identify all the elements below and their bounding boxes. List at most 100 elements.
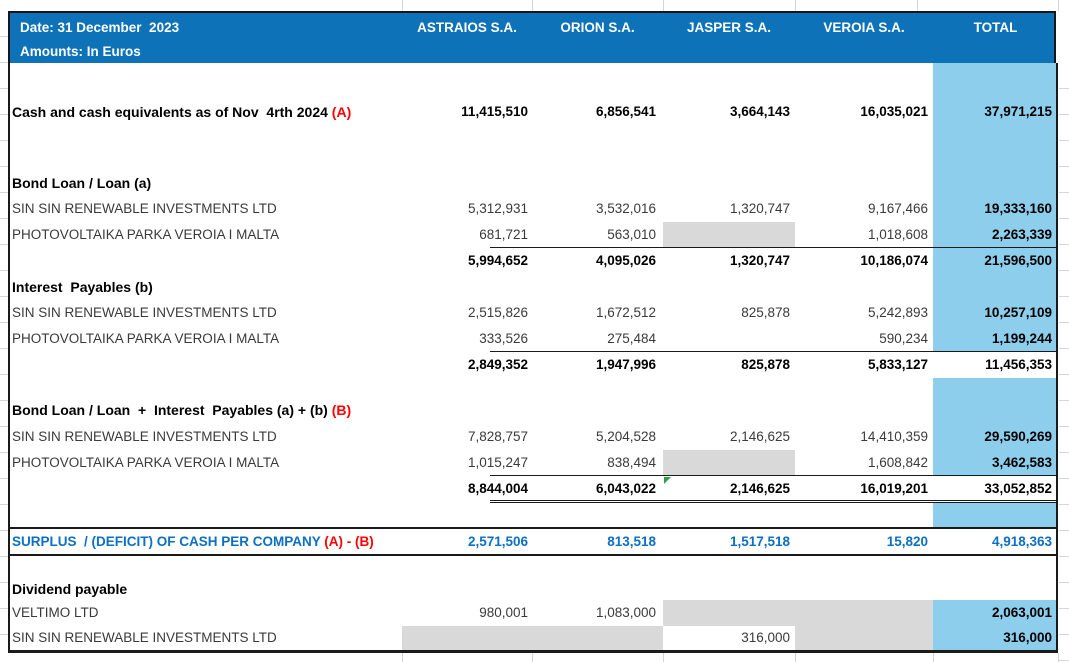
cell-combined-sinsin-col0[interactable]: 7,828,757 [388, 424, 528, 450]
column-header-total[interactable]: TOTAL [933, 15, 1058, 41]
row-interest-subtotal: 2,849,3521,947,996825,8785,833,12711,456… [0, 352, 1069, 378]
cell-surplus-col3[interactable]: 15,820 [788, 529, 928, 555]
cell-bond-photo-col4[interactable]: 2,263,339 [912, 222, 1052, 248]
cell-interest-photo-col4[interactable]: 1,199,244 [912, 326, 1052, 352]
cell-surplus-col4[interactable]: 4,918,363 [912, 529, 1052, 555]
gridline [402, 0, 403, 11]
row-interest-sinsin: SIN SIN RENEWABLE INVESTMENTS LTD 2,515,8… [0, 300, 1069, 326]
column-header-veroia[interactable]: VEROIA S.A. [795, 15, 933, 41]
cell-surplus-col2[interactable]: 1,517,518 [650, 529, 790, 555]
gridline [917, 0, 918, 11]
cell-cash-col4[interactable]: 37,971,215 [912, 99, 1052, 125]
spreadsheet: Date: 31 December 2023 Amounts: In Euros… [0, 0, 1069, 662]
cell-bond-sinsin-col1[interactable]: 3,532,016 [516, 196, 656, 222]
cell-dividend-sinsin-label[interactable]: SIN SIN RENEWABLE INVESTMENTS LTD [12, 625, 277, 651]
cell-cash-col1[interactable]: 6,856,541 [516, 99, 656, 125]
cell-combined-sinsin-col1[interactable]: 5,204,528 [516, 424, 656, 450]
cell-combined-total-col4[interactable]: 33,052,852 [912, 476, 1052, 502]
cell-interest-sinsin-col2[interactable]: 825,878 [650, 300, 790, 326]
row-interest-section: Interest Payables (b) [0, 274, 1069, 300]
cell-combined-total-col1[interactable]: 6,043,022 [516, 476, 656, 502]
cell-dividend-veltimo-col4[interactable]: 2,063,001 [912, 600, 1052, 626]
cell-dividend-sinsin-col2[interactable]: 316,000 [650, 625, 790, 651]
cell-interest-subtotal-col4[interactable]: 11,456,353 [912, 352, 1052, 378]
cell-interest-sinsin-col1[interactable]: 1,672,512 [516, 300, 656, 326]
gridline [1058, 0, 1059, 11]
cell-dividend-veltimo-col0[interactable]: 980,001 [388, 600, 528, 626]
cell-interest-sinsin-col0[interactable]: 2,515,826 [388, 300, 528, 326]
cell-interest-section-label[interactable]: Interest Payables (b) [12, 274, 153, 300]
cell-bond-section-label[interactable]: Bond Loan / Loan (a) [12, 170, 151, 196]
cell-bond-sinsin-col4[interactable]: 19,333,160 [912, 196, 1052, 222]
column-header-jasper[interactable]: JASPER S.A. [663, 15, 795, 41]
cell-cash-col2[interactable]: 3,664,143 [650, 99, 790, 125]
cell-combined-sinsin-col4[interactable]: 29,590,269 [912, 424, 1052, 450]
row-dividend-veltimo: VELTIMO LTD 980,0011,083,000 2,063,001 [0, 600, 1069, 626]
gridline [933, 653, 934, 662]
cell-bond-photo-col3[interactable]: 1,018,608 [788, 222, 928, 248]
cell-interest-subtotal-col2[interactable]: 825,878 [650, 352, 790, 378]
cell-dividend-section-label[interactable]: Dividend payable [12, 576, 127, 602]
row-combined-sinsin: SIN SIN RENEWABLE INVESTMENTS LTD 7,828,7… [0, 424, 1069, 450]
cell-combined-photo-col1[interactable]: 838,494 [516, 450, 656, 476]
cell-combined-total-col0[interactable]: 8,844,004 [388, 476, 528, 502]
row-bond-section: Bond Loan / Loan (a) [0, 170, 1069, 196]
cell-interest-photo-col0[interactable]: 333,526 [388, 326, 528, 352]
cell-dividend-veltimo-label[interactable]: VELTIMO LTD [12, 600, 99, 626]
table-header: Date: 31 December 2023 Amounts: In Euros… [8, 11, 1056, 63]
cell-cash-annotation: (A) [332, 104, 351, 120]
cell-bond-subtotal-col3[interactable]: 10,186,074 [788, 248, 928, 274]
cell-combined-total-col2[interactable]: 2,146,625 [650, 476, 790, 502]
cell-bond-sinsin-col3[interactable]: 9,167,466 [788, 196, 928, 222]
cell-combined-total-col3[interactable]: 16,019,201 [788, 476, 928, 502]
amounts-label[interactable]: Amounts: In Euros [20, 39, 141, 65]
cell-dividend-sinsin-col4[interactable]: 316,000 [912, 625, 1052, 651]
cell-bond-photo-col0[interactable]: 681,721 [388, 222, 528, 248]
cell-bond-photo-label[interactable]: PHOTOVOLTAIKA PARKA VEROIA I MALTA [12, 222, 279, 248]
row-bond-sinsin: SIN SIN RENEWABLE INVESTMENTS LTD 5,312,9… [0, 196, 1069, 222]
gridline [663, 653, 664, 662]
cell-interest-sinsin-col4[interactable]: 10,257,109 [912, 300, 1052, 326]
cell-cash-label[interactable]: Cash and cash equivalents as of Nov 4rth… [12, 99, 351, 125]
row-surplus: SURPLUS / (DEFICIT) OF CASH PER COMPANY … [0, 529, 1069, 555]
row-combined-photo: PHOTOVOLTAIKA PARKA VEROIA I MALTA 1,015,… [0, 450, 1069, 476]
cell-combined-photo-col3[interactable]: 1,608,842 [788, 450, 928, 476]
gridline [795, 0, 796, 11]
cell-bond-sinsin-col2[interactable]: 1,320,747 [650, 196, 790, 222]
cell-surplus-col0[interactable]: 2,571,506 [388, 529, 528, 555]
row-interest-photo: PHOTOVOLTAIKA PARKA VEROIA I MALTA 333,52… [0, 326, 1069, 352]
cell-dividend-veltimo-col1[interactable]: 1,083,000 [516, 600, 656, 626]
cell-bond-subtotal-col4[interactable]: 21,596,500 [912, 248, 1052, 274]
cell-combined-section-label[interactable]: Bond Loan / Loan + Interest Payables (a)… [12, 397, 351, 423]
date-label[interactable]: Date: 31 December 2023 [20, 15, 179, 41]
column-header-astraios[interactable]: ASTRAIOS S.A. [402, 15, 532, 41]
cell-cash-col3[interactable]: 16,035,021 [788, 99, 928, 125]
cell-interest-photo-label[interactable]: PHOTOVOLTAIKA PARKA VEROIA I MALTA [12, 326, 279, 352]
cell-combined-sinsin-col3[interactable]: 14,410,359 [788, 424, 928, 450]
cell-interest-photo-col1[interactable]: 275,484 [516, 326, 656, 352]
cell-combined-photo-col4[interactable]: 3,462,583 [912, 450, 1052, 476]
cell-interest-sinsin-label[interactable]: SIN SIN RENEWABLE INVESTMENTS LTD [12, 300, 277, 326]
row-combined-total: 8,844,0046,043,0222,146,62516,019,20133,… [0, 476, 1069, 502]
cell-cash-col0[interactable]: 11,415,510 [388, 99, 528, 125]
cell-bond-sinsin-col0[interactable]: 5,312,931 [388, 196, 528, 222]
cell-surplus-label[interactable]: SURPLUS / (DEFICIT) OF CASH PER COMPANY … [12, 529, 374, 555]
cell-bond-subtotal-col0[interactable]: 5,994,652 [388, 248, 528, 274]
cell-bond-subtotal-col2[interactable]: 1,320,747 [650, 248, 790, 274]
cell-combined-photo-label[interactable]: PHOTOVOLTAIKA PARKA VEROIA I MALTA [12, 450, 279, 476]
cell-combined-section-annotation: (B) [332, 402, 351, 418]
cell-bond-photo-col1[interactable]: 563,010 [516, 222, 656, 248]
cell-combined-sinsin-col2[interactable]: 2,146,625 [650, 424, 790, 450]
cell-surplus-col1[interactable]: 813,518 [516, 529, 656, 555]
row-dividend-section: Dividend payable [0, 576, 1069, 602]
cell-interest-subtotal-col0[interactable]: 2,849,352 [388, 352, 528, 378]
cell-bond-subtotal-col1[interactable]: 4,095,026 [516, 248, 656, 274]
column-header-orion[interactable]: ORION S.A. [532, 15, 663, 41]
cell-bond-sinsin-label[interactable]: SIN SIN RENEWABLE INVESTMENTS LTD [12, 196, 277, 222]
cell-interest-subtotal-col3[interactable]: 5,833,127 [788, 352, 928, 378]
cell-combined-photo-col0[interactable]: 1,015,247 [388, 450, 528, 476]
cell-interest-photo-col3[interactable]: 590,234 [788, 326, 928, 352]
cell-combined-sinsin-label[interactable]: SIN SIN RENEWABLE INVESTMENTS LTD [12, 424, 277, 450]
cell-interest-subtotal-col1[interactable]: 1,947,996 [516, 352, 656, 378]
cell-interest-sinsin-col3[interactable]: 5,242,893 [788, 300, 928, 326]
